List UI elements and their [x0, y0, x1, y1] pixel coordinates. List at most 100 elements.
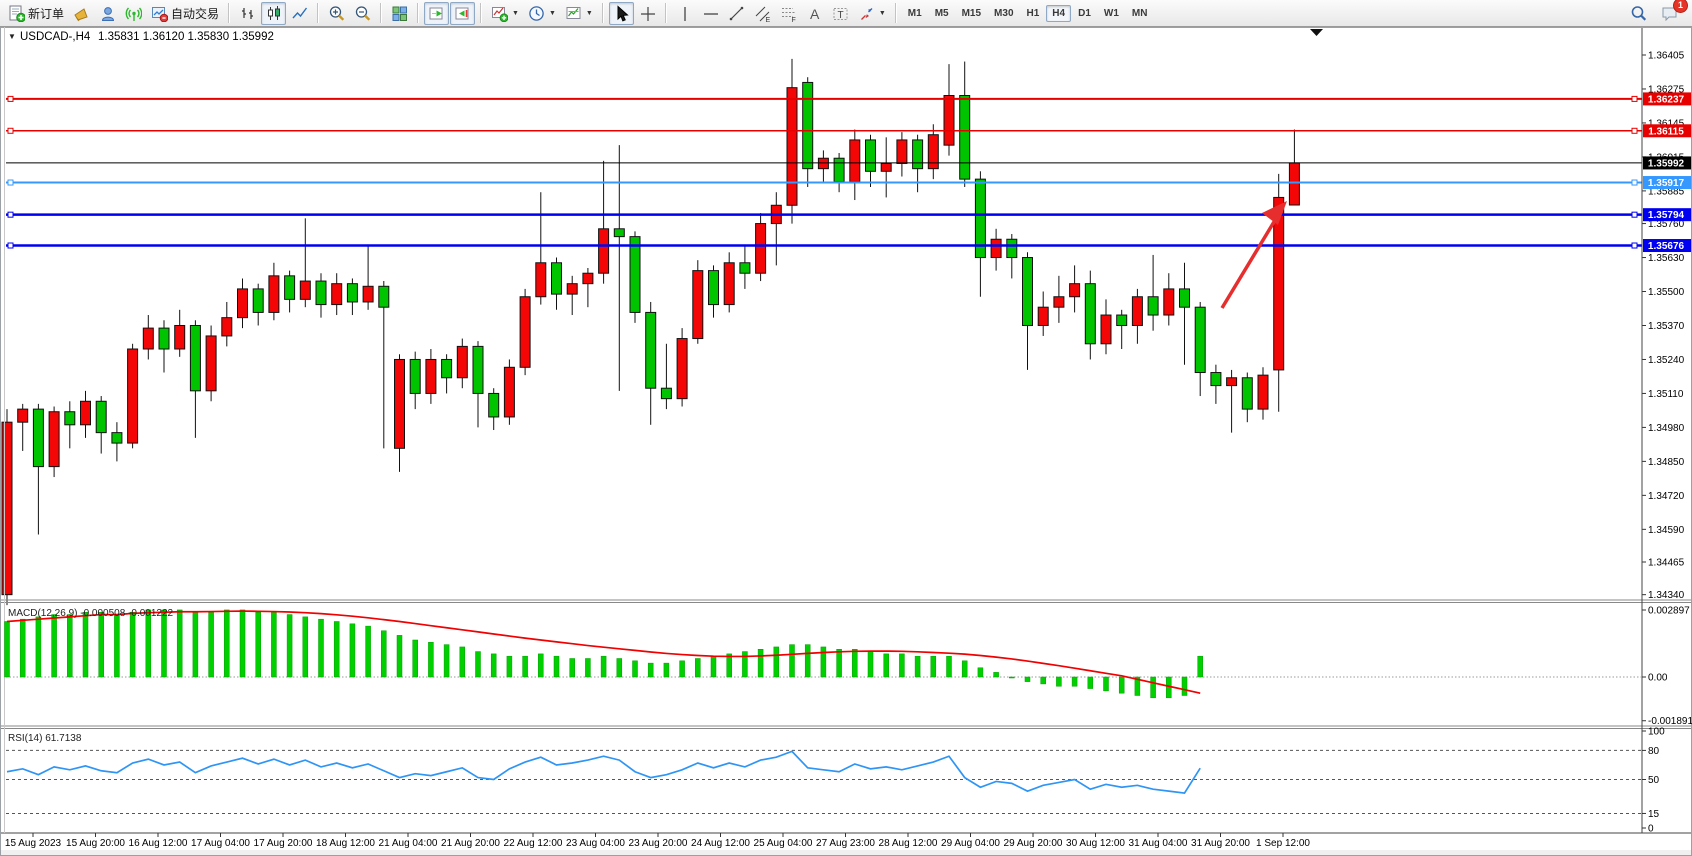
time-axis-label: 23 Aug 20:00 [629, 838, 688, 849]
channel-icon: E [754, 5, 771, 22]
time-axis-label: 21 Aug 20:00 [441, 838, 500, 849]
chevron-down-icon: ▼ [549, 10, 556, 17]
timeframe-m30-button[interactable]: M30 [988, 5, 1019, 22]
timeframe-m1-button[interactable]: M1 [902, 5, 928, 22]
chevron-down-icon: ▼ [586, 10, 593, 17]
search-button[interactable] [1626, 2, 1651, 25]
rsi-axis-label: 100 [1648, 727, 1665, 738]
time-axis-label: 29 Aug 20:00 [1004, 838, 1063, 849]
text-button[interactable]: A [802, 2, 827, 25]
toolbar: 新订单 自动交易 ▼ ▼ ▼ EFAT ▼ M1M5M15M30H1H4D1W1MN 1 [0, 0, 1692, 27]
label-button[interactable]: T [828, 2, 853, 25]
cursor-button[interactable] [609, 2, 634, 25]
signal-icon [125, 5, 142, 22]
price-axis-label: 1.35240 [1648, 355, 1685, 366]
zoom-in-button[interactable] [324, 2, 349, 25]
autotrading-button[interactable]: 自动交易 [147, 2, 223, 25]
trendline-button[interactable] [724, 2, 749, 25]
timeframe-h4-button[interactable]: H4 [1046, 5, 1071, 22]
time-axis-label: 27 Aug 23:00 [816, 838, 875, 849]
hline-icon [702, 5, 719, 22]
time-axis-label: 28 Aug 12:00 [879, 838, 938, 849]
ohlc-label: 1.35831 1.36120 1.35830 1.35992 [98, 31, 274, 43]
indicators-icon [491, 5, 508, 22]
macd-axis-label: 0.00 [1648, 673, 1668, 684]
indicators-button[interactable]: ▼ [487, 2, 523, 25]
zoom-in-icon [328, 5, 345, 22]
crosshair-button[interactable] [635, 2, 660, 25]
time-axis-label: 25 Aug 04:00 [754, 838, 813, 849]
price-badge: 1.35917 [1643, 176, 1691, 189]
svg-text:1.36115: 1.36115 [1648, 126, 1684, 137]
zoom-out-button[interactable] [350, 2, 375, 25]
time-axis-label: 29 Aug 04:00 [941, 838, 1000, 849]
window-bottom-strip [1, 850, 1691, 855]
auto-scroll-button[interactable] [424, 2, 449, 25]
price-axis-label: 1.34980 [1648, 423, 1685, 434]
horn-icon [73, 5, 90, 22]
fibonacci-button[interactable]: F [776, 2, 801, 25]
metaeditor-button[interactable] [69, 2, 94, 25]
svg-text:1.35917: 1.35917 [1648, 178, 1685, 189]
new-order-button[interactable]: 新订单 [4, 2, 68, 25]
notifications-button[interactable]: 1 [1657, 2, 1682, 25]
text-icon: A [806, 5, 823, 22]
candlestick-button[interactable] [261, 2, 286, 25]
toolbar-separator [665, 3, 667, 23]
chart-shift-button[interactable] [450, 2, 475, 25]
rsi-axis-label: 80 [1648, 746, 1660, 757]
timeframe-m5-button[interactable]: M5 [929, 5, 955, 22]
fibo-icon: F [780, 5, 797, 22]
vline-icon [676, 5, 693, 22]
autotrading-button-label: 自动交易 [171, 5, 219, 22]
toolbar-separator [602, 3, 604, 23]
collapse-icon[interactable]: ▼ [8, 32, 16, 41]
svg-text:1.35992: 1.35992 [1648, 158, 1685, 169]
time-axis-label: 1 Sep 12:00 [1256, 838, 1310, 849]
bar-chart-button[interactable] [235, 2, 260, 25]
price-axis-label: 1.35630 [1648, 253, 1685, 264]
time-axis-label: 16 Aug 12:00 [129, 838, 188, 849]
chart-canvas[interactable]: 1.364051.362751.361451.360151.358851.357… [0, 27, 1692, 856]
rsi-label: RSI(14) 61.7138 [8, 733, 82, 744]
timeframe-m15-button[interactable]: M15 [956, 5, 987, 22]
signals-button[interactable] [121, 2, 146, 25]
toolbar-separator [228, 3, 230, 23]
autotrade-icon [151, 5, 168, 22]
horizontal-line-button[interactable] [698, 2, 723, 25]
periods-button[interactable]: ▼ [524, 2, 560, 25]
candles-icon [265, 5, 282, 22]
arrows-icon [858, 5, 875, 22]
time-axis-label: 18 Aug 12:00 [316, 838, 375, 849]
market-watch-button[interactable] [95, 2, 120, 25]
toolbar-separator [480, 3, 482, 23]
timeframe-h1-button[interactable]: H1 [1021, 5, 1046, 22]
svg-text:A: A [810, 6, 820, 22]
vertical-line-button[interactable] [672, 2, 697, 25]
timeframe-d1-button[interactable]: D1 [1072, 5, 1097, 22]
new-order-icon [8, 5, 25, 22]
bar-chart-icon [239, 5, 256, 22]
rsi-axis-label: 0 [1648, 824, 1654, 835]
profile-icon [99, 5, 116, 22]
rsi-axis-label: 15 [1648, 809, 1660, 820]
price-axis-label: 1.36405 [1648, 51, 1685, 62]
line-chart-icon [291, 5, 308, 22]
line-chart-button[interactable] [287, 2, 312, 25]
cursor-icon [613, 5, 630, 22]
auto-scroll-icon [428, 5, 445, 22]
channel-button[interactable]: E [750, 2, 775, 25]
templates-button[interactable]: ▼ [561, 2, 597, 25]
label-icon: T [832, 5, 849, 22]
macd-label: MACD(12,26,9) -0.000508 -0.001222 [8, 608, 174, 619]
time-axis-label: 31 Aug 04:00 [1129, 838, 1188, 849]
svg-text:1.35676: 1.35676 [1648, 241, 1685, 252]
arrows-button[interactable]: ▼ [854, 2, 890, 25]
timeframe-w1-button[interactable]: W1 [1098, 5, 1125, 22]
timeframe-mn-button[interactable]: MN [1126, 5, 1154, 22]
time-axis-label: 23 Aug 04:00 [566, 838, 625, 849]
chart-title: ▼USDCAD-,H41.35831 1.36120 1.35830 1.359… [8, 31, 274, 43]
chart-shift-icon [454, 5, 471, 22]
price-axis-label: 1.34850 [1648, 457, 1685, 468]
tile-windows-button[interactable] [387, 2, 412, 25]
